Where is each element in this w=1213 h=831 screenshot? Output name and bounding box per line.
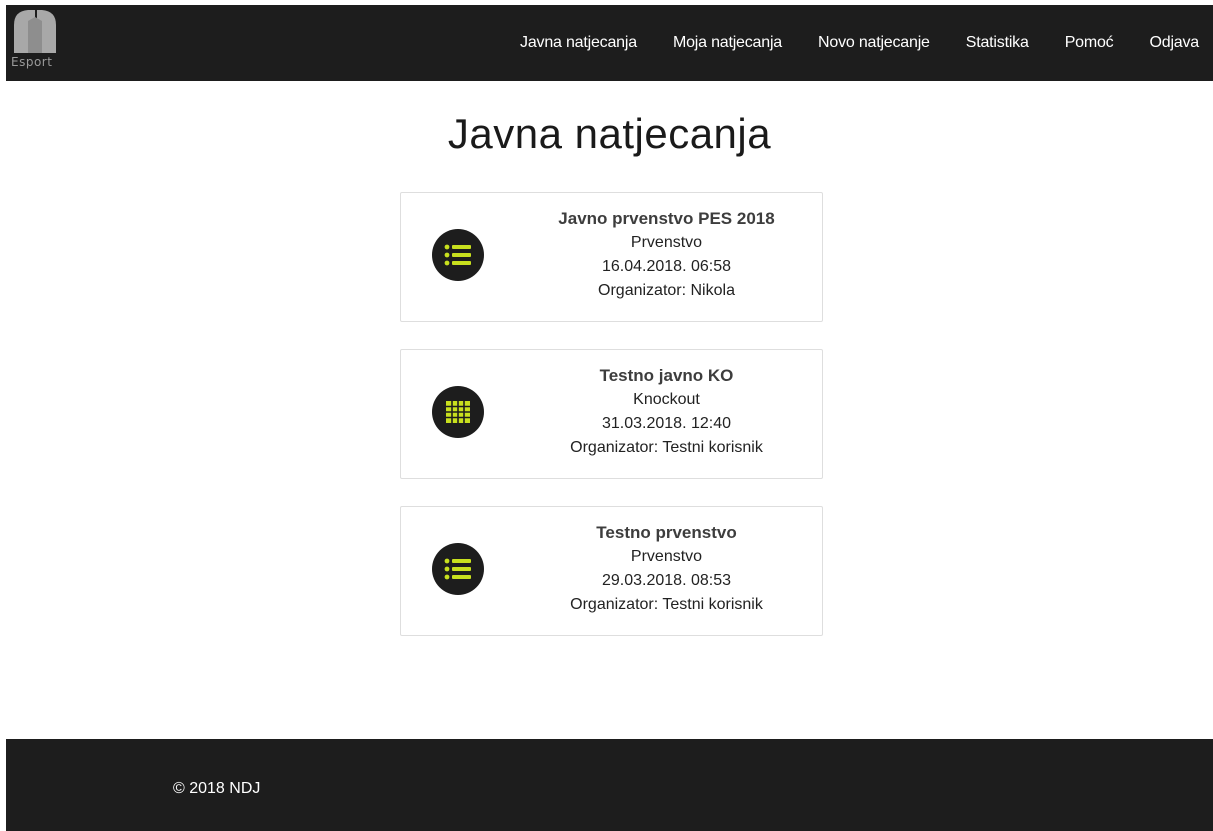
competition-organizer: Organizator: Testni korisnik	[570, 596, 763, 613]
list-icon	[432, 229, 484, 281]
competition-card[interactable]: Testno prvenstvo Prvenstvo 29.03.2018. 0…	[400, 506, 823, 636]
competition-name: Testno javno KO	[599, 366, 734, 385]
nav-item-moja-natjecanja[interactable]: Moja natjecanja	[673, 34, 782, 52]
competition-type: Prvenstvo	[630, 234, 703, 251]
esport-logo[interactable]: Esport	[8, 7, 62, 69]
competition-organizer: Organizator: Nikola	[598, 282, 735, 299]
card-text: Testno javno KO Knockout 31.03.2018. 12:…	[511, 364, 822, 460]
list-icon	[432, 543, 484, 595]
competition-card[interactable]: Javno prvenstvo PES 2018 Prvenstvo 16.04…	[400, 192, 823, 322]
nav-item-novo-natjecanje[interactable]: Novo natjecanje	[818, 34, 930, 52]
competition-type: Knockout	[633, 391, 700, 408]
nav-item-statistika[interactable]: Statistika	[966, 34, 1029, 52]
competition-organizer: Organizator: Testni korisnik	[570, 439, 763, 456]
competition-date: 29.03.2018. 08:53	[601, 572, 731, 589]
competition-name: Testno prvenstvo	[596, 523, 737, 542]
logo-text: Esport	[11, 55, 53, 69]
logo-icon	[14, 10, 56, 53]
competition-type: Prvenstvo	[630, 548, 703, 565]
nav-item-odjava[interactable]: Odjava	[1150, 34, 1200, 52]
grid-icon	[432, 386, 484, 438]
top-navbar: Esport Javna natjecanja Moja natjecanja …	[6, 5, 1213, 81]
nav-item-pomoc[interactable]: Pomoć	[1065, 34, 1114, 52]
copyright-text: © 2018 NDJ	[173, 780, 261, 797]
competition-card[interactable]: Testno javno KO Knockout 31.03.2018. 12:…	[400, 349, 823, 479]
card-text: Testno prvenstvo Prvenstvo 29.03.2018. 0…	[511, 521, 822, 617]
nav-item-javna-natjecanja[interactable]: Javna natjecanja	[520, 34, 637, 52]
nav-links: Javna natjecanja Moja natjecanja Novo na…	[520, 5, 1213, 81]
competition-date: 31.03.2018. 12:40	[601, 415, 731, 432]
page-title: Javna natjecanja	[447, 110, 772, 157]
card-text: Javno prvenstvo PES 2018 Prvenstvo 16.04…	[511, 207, 822, 303]
competition-date: 16.04.2018. 06:58	[601, 258, 731, 275]
footer: © 2018 NDJ	[6, 739, 1213, 831]
competition-name: Javno prvenstvo PES 2018	[558, 209, 775, 228]
